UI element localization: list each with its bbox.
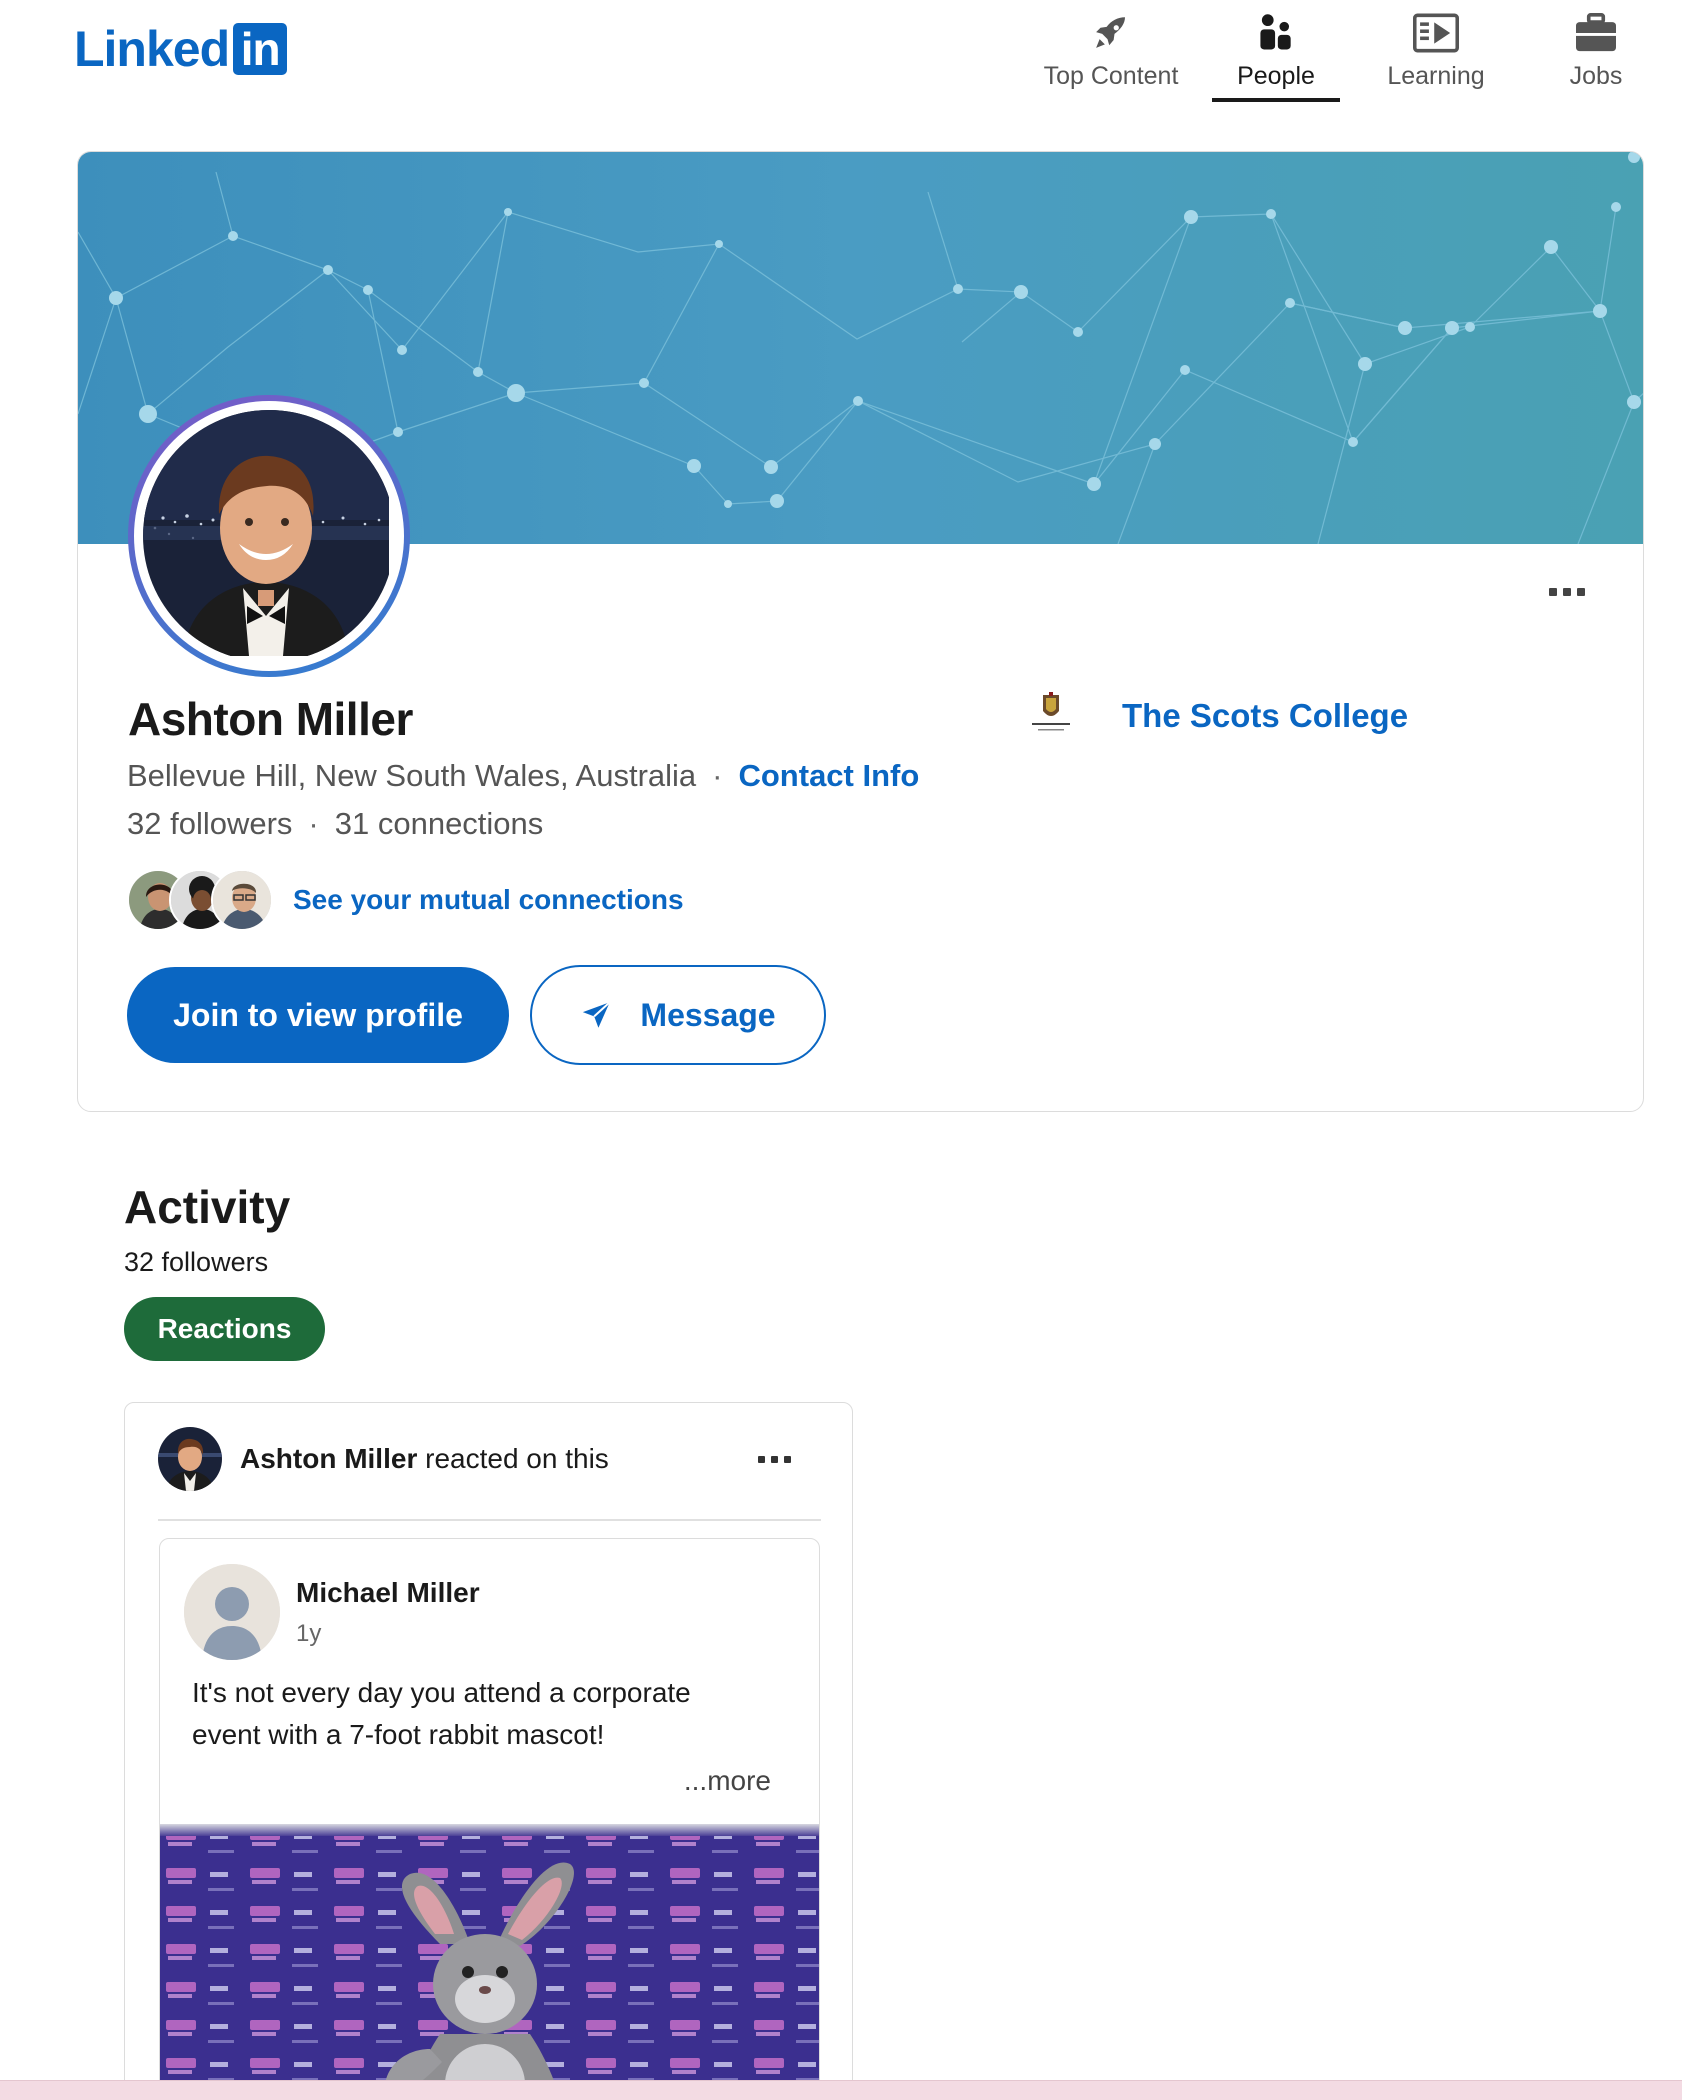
separator: ·	[712, 758, 723, 793]
profile-avatar[interactable]	[128, 395, 410, 677]
profile-name: Ashton Miller	[128, 693, 413, 745]
post-image[interactable]	[160, 1824, 819, 2100]
post-author-name[interactable]: Michael Miller	[296, 1577, 480, 1609]
post-more-options-icon[interactable]	[758, 1453, 802, 1465]
mutual-connections-link[interactable]: See your mutual connections	[293, 884, 684, 916]
avatar-photo	[143, 410, 395, 662]
mutual-avatar	[211, 869, 273, 931]
active-tab-indicator	[1212, 98, 1340, 102]
actor-avatar[interactable]	[158, 1427, 222, 1491]
profile-location: Bellevue Hill, New South Wales, Australi…	[127, 758, 697, 793]
profile-more-options-icon[interactable]	[1549, 582, 1593, 602]
post-actor-text: Ashton Miller reacted on this	[240, 1443, 609, 1475]
author-avatar-placeholder-icon[interactable]	[184, 1564, 280, 1660]
nav-label: People	[1237, 62, 1315, 90]
video-icon	[1413, 10, 1459, 56]
activity-heading: Activity	[124, 1181, 291, 1233]
divider	[158, 1519, 821, 1521]
actor-action: reacted on this	[417, 1443, 609, 1474]
school-link[interactable]: The Scots College	[1024, 689, 1408, 743]
profile-location-row: Bellevue Hill, New South Wales, Australi…	[127, 758, 919, 794]
people-icon	[1253, 10, 1299, 56]
school-name: The Scots College	[1122, 697, 1409, 734]
avatar-border	[134, 401, 404, 671]
reactions-filter-pill[interactable]: Reactions	[124, 1297, 325, 1361]
mutual-connections-row: See your mutual connections	[127, 868, 684, 932]
followers-count: 32 followers	[127, 806, 293, 841]
message-button-label: Message	[640, 996, 776, 1033]
bottom-banner-strip	[0, 2080, 1682, 2100]
join-to-view-profile-button[interactable]: Join to view profile	[127, 967, 509, 1063]
nav-label: Top Content	[1043, 62, 1179, 90]
nav-item-jobs[interactable]: Jobs	[1556, 0, 1636, 102]
profile-card: Ashton Miller Bellevue Hill, New South W…	[77, 151, 1644, 1112]
nav-label: Learning	[1387, 62, 1485, 90]
shared-post[interactable]: Michael Miller 1y It's not every day you…	[159, 1538, 820, 2100]
connections-count: 31 connections	[334, 806, 544, 841]
see-more-link[interactable]: ...more	[684, 1765, 771, 1797]
nav-item-people[interactable]: People	[1212, 0, 1340, 102]
activity-followers-count: 32 followers	[124, 1247, 269, 1277]
separator: ·	[308, 806, 319, 841]
rocket-icon	[1088, 10, 1134, 56]
actor-name[interactable]: Ashton Miller	[240, 1443, 417, 1474]
school-crest-icon	[1024, 689, 1078, 743]
nav-item-top-content[interactable]: Top Content	[1036, 0, 1186, 102]
post-actor-row: Ashton Miller reacted on this	[158, 1427, 609, 1491]
message-button[interactable]: Message	[530, 965, 826, 1065]
nav-label: Jobs	[1569, 62, 1623, 90]
contact-info-link[interactable]: Contact Info	[738, 758, 919, 794]
image-top-shadow	[160, 1824, 819, 1836]
nav-item-learning[interactable]: Learning	[1378, 0, 1494, 102]
post-text: It's not every day you attend a corporat…	[192, 1677, 691, 1750]
activity-post-card[interactable]: Ashton Miller reacted on this Michael Mi…	[124, 1402, 853, 2100]
profile-network-stats: 32 followers · 31 connections	[127, 806, 543, 842]
send-icon	[583, 1001, 611, 1028]
logo-in-box: in	[233, 23, 288, 75]
logo-wordmark: Linked	[74, 21, 230, 77]
linkedin-logo[interactable]: Linked in	[74, 21, 288, 77]
top-nav: Linked in Top Content People Learning Jo…	[0, 0, 1682, 110]
post-timestamp: 1y	[296, 1620, 322, 1647]
briefcase-icon	[1573, 10, 1619, 56]
